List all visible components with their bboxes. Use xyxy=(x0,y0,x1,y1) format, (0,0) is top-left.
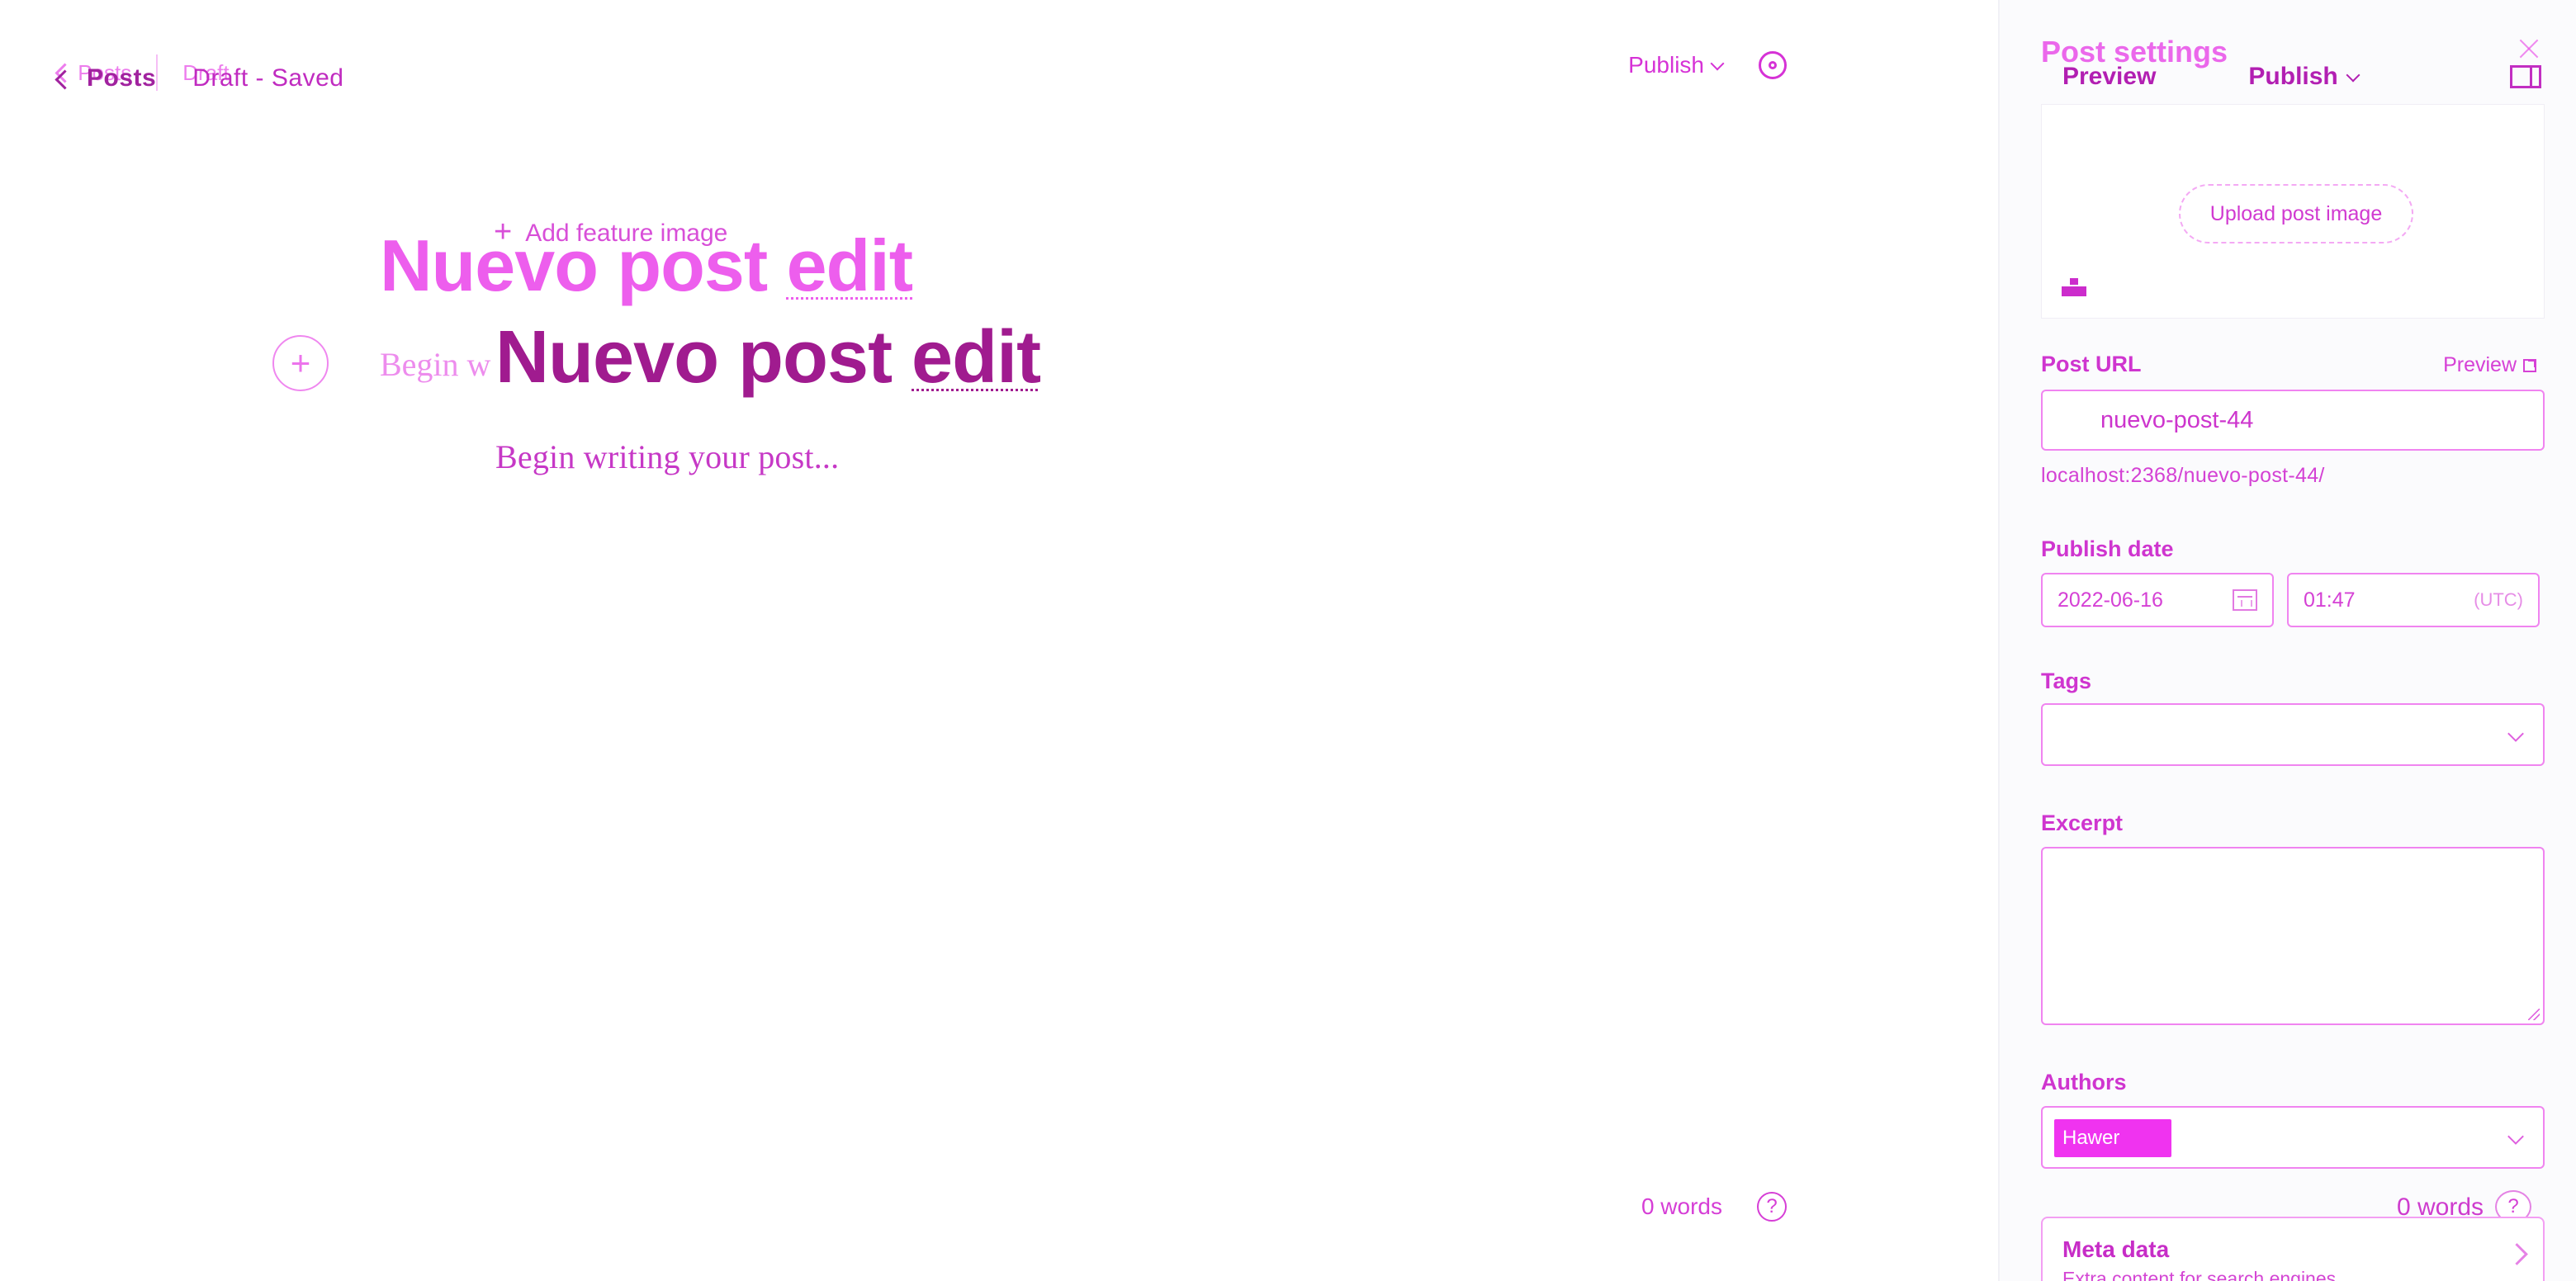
chevron-left-icon xyxy=(54,69,75,90)
ghost-title-underlined-word: edit xyxy=(786,225,913,306)
publish-time-value: 01:47 xyxy=(2304,588,2356,612)
chevron-down-icon xyxy=(2346,68,2361,83)
timezone-label: (UTC) xyxy=(2474,589,2523,610)
excerpt-label: Excerpt xyxy=(2041,811,2124,835)
post-url-label: Post URL xyxy=(2041,352,2142,376)
post-url-full: localhost:2368/nuevo-post-44/ xyxy=(2041,464,2325,487)
sidebar-toggle-icon[interactable] xyxy=(2510,65,2541,88)
preview-button[interactable]: Preview xyxy=(2062,63,2156,91)
publish-date-value: 2022-06-16 xyxy=(2057,588,2163,612)
editor-footer: 0 words ? xyxy=(1641,1192,1787,1222)
publish-label: Publish xyxy=(1628,52,1704,78)
publish-dropdown[interactable]: Publish xyxy=(1628,52,1725,78)
add-card-button[interactable]: + xyxy=(272,335,329,391)
post-url-preview-label: Preview xyxy=(2443,353,2517,376)
post-url-value: nuevo-post-44 xyxy=(2100,406,2254,433)
upload-post-image-button[interactable]: Upload post image xyxy=(2179,184,2413,243)
ghost-post-title: Nuevo post edit xyxy=(380,229,913,302)
panel-top-actions: Preview Publish xyxy=(2062,63,2541,91)
author-name: Hawer xyxy=(2062,1127,2120,1149)
chevron-down-icon xyxy=(1710,56,1725,71)
post-url-preview-link[interactable]: Preview xyxy=(2443,353,2536,377)
meta-data-card[interactable]: Meta data Extra content for search engin… xyxy=(2041,1217,2545,1281)
publish-date-input[interactable]: 2022-06-16 xyxy=(2041,573,2274,627)
post-status: Draft - Saved xyxy=(192,64,344,92)
excerpt-textarea[interactable] xyxy=(2041,847,2545,1025)
post-settings-panel: Post settings Preview Publish Upload pos… xyxy=(1998,0,2576,1281)
tags-select[interactable] xyxy=(2041,703,2545,766)
help-icon[interactable]: ? xyxy=(1757,1192,1787,1222)
title-underlined-word: edit xyxy=(912,316,1041,399)
back-to-posts-link[interactable]: Posts xyxy=(54,64,157,92)
editor-topbar: Posts Draft - Saved xyxy=(54,58,344,99)
ghost-help-label: ? xyxy=(2507,1195,2519,1217)
panel-publish-label: Publish xyxy=(2248,63,2338,90)
publish-time-input[interactable]: 01:47 (UTC) xyxy=(2287,573,2540,627)
meta-data-description: Extra content for search engines xyxy=(2062,1268,2337,1281)
external-link-icon xyxy=(2523,358,2536,372)
chevron-down-icon xyxy=(2507,1128,2524,1145)
authors-label: Authors xyxy=(2041,1070,2127,1094)
publish-date-row: 2022-06-16 01:47 (UTC) xyxy=(2041,573,2545,627)
panel-publish-dropdown[interactable]: Publish xyxy=(2248,63,2361,91)
publish-date-label: Publish date xyxy=(2041,537,2174,561)
ghost-body-placeholder: Begin w xyxy=(380,346,491,383)
back-label: Posts xyxy=(87,64,157,92)
unsplash-icon[interactable] xyxy=(2062,278,2086,296)
help-label: ? xyxy=(1766,1195,1778,1217)
calendar-icon xyxy=(2233,589,2257,611)
editor-screen: Posts Draft Posts Draft - Saved Publish … xyxy=(0,0,2576,1281)
plus-icon: + xyxy=(290,343,311,382)
chevron-right-icon xyxy=(2506,1243,2528,1265)
authors-select[interactable]: Hawer xyxy=(2041,1106,2545,1169)
word-count: 0 words xyxy=(1641,1194,1722,1219)
post-image-upload-area: Upload post image xyxy=(2041,104,2545,319)
tags-label: Tags xyxy=(2041,669,2092,693)
gear-icon[interactable] xyxy=(1759,51,1787,79)
close-icon[interactable] xyxy=(2517,36,2541,61)
post-title[interactable]: Nuevo post edit xyxy=(495,320,1041,395)
ghost-title-prefix: Nuevo post xyxy=(380,225,787,306)
post-url-input[interactable]: nuevo-post-44 xyxy=(2041,390,2545,451)
body-placeholder[interactable]: Begin writing your post... xyxy=(495,437,839,476)
editor-toolbar: Publish xyxy=(1628,51,1787,79)
upload-post-image-label: Upload post image xyxy=(2209,201,2383,225)
author-chip[interactable]: Hawer xyxy=(2054,1119,2171,1157)
panel-actions-left: Preview Publish xyxy=(2062,63,2361,91)
meta-data-title: Meta data xyxy=(2062,1236,2170,1262)
title-prefix: Nuevo post xyxy=(495,316,912,399)
chevron-down-icon xyxy=(2507,726,2524,742)
